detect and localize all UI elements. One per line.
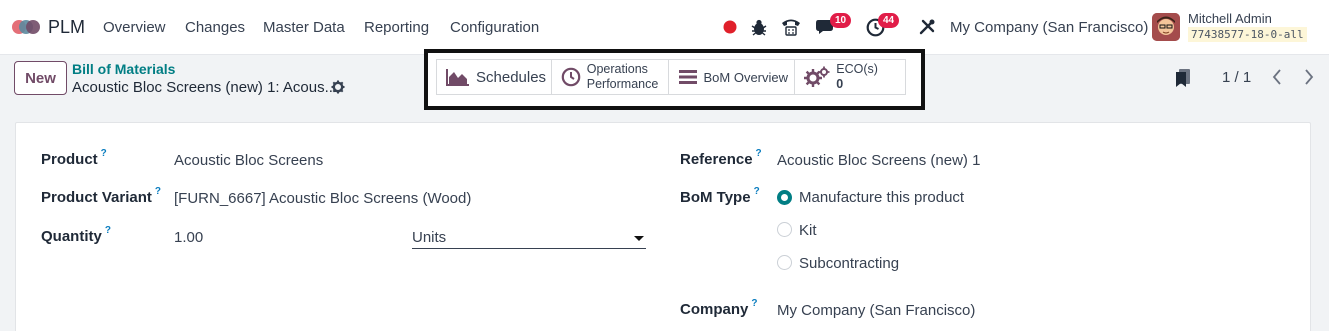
chevron-right-icon bbox=[1305, 69, 1314, 85]
smart-buttons-bar: Schedules Operations Performance BoM Ove… bbox=[436, 59, 906, 95]
reference-label: Reference? bbox=[680, 148, 762, 168]
operations-label-line2: Performance bbox=[586, 77, 659, 91]
bookmark-icon[interactable] bbox=[1175, 68, 1191, 88]
company-field[interactable]: My Company (San Francisco) bbox=[777, 302, 975, 319]
pager-previous-button[interactable] bbox=[1262, 62, 1292, 92]
bom-type-option-subcontracting[interactable]: Subcontracting bbox=[799, 255, 899, 272]
breadcrumb-current-record: Acoustic Bloc Screens (new) 1: Acous... bbox=[72, 79, 338, 96]
menu-reporting[interactable]: Reporting bbox=[364, 19, 429, 36]
caret-down-icon bbox=[634, 236, 644, 241]
pager-value[interactable]: 1 / 1 bbox=[1222, 69, 1251, 86]
company-switcher[interactable]: My Company (San Francisco) bbox=[950, 19, 1148, 36]
tools-icon[interactable] bbox=[918, 18, 936, 36]
bom-type-label: BoM Type? bbox=[680, 186, 760, 206]
top-navbar: PLM Overview Changes Master Data Reporti… bbox=[0, 0, 1329, 55]
bug-icon[interactable] bbox=[750, 18, 768, 36]
help-tooltip-icon[interactable]: ? bbox=[754, 186, 760, 197]
bom-type-option-kit[interactable]: Kit bbox=[799, 222, 817, 239]
bom-type-radio-subcontracting[interactable] bbox=[777, 255, 792, 270]
user-name[interactable]: Mitchell Admin bbox=[1188, 11, 1272, 26]
bom-type-option-manufacture[interactable]: Manufacture this product bbox=[799, 189, 964, 206]
unit-of-measure-select[interactable]: Units bbox=[412, 229, 646, 249]
menu-configuration[interactable]: Configuration bbox=[450, 19, 539, 36]
product-field[interactable]: Acoustic Bloc Screens bbox=[174, 152, 323, 169]
menu-overview[interactable]: Overview bbox=[103, 19, 166, 36]
bars-icon bbox=[678, 70, 697, 84]
area-chart-icon bbox=[446, 69, 469, 86]
database-name: 77438577-18-0-all bbox=[1188, 27, 1307, 42]
product-variant-field[interactable]: [FURN_6667] Acoustic Bloc Screens (Wood) bbox=[174, 190, 471, 207]
schedules-smart-button[interactable]: Schedules bbox=[437, 60, 552, 94]
help-tooltip-icon[interactable]: ? bbox=[756, 148, 762, 159]
eco-label: ECO(s) bbox=[836, 62, 878, 76]
bom-type-radio-kit[interactable] bbox=[777, 222, 792, 237]
help-tooltip-icon[interactable]: ? bbox=[751, 298, 757, 309]
menu-master-data[interactable]: Master Data bbox=[263, 19, 345, 36]
bom-overview-label: BoM Overview bbox=[703, 69, 789, 85]
reference-field[interactable]: Acoustic Bloc Screens (new) 1 bbox=[777, 152, 980, 169]
schedules-label: Schedules bbox=[476, 68, 547, 86]
messages-count-badge: 10 bbox=[830, 13, 852, 28]
app-name[interactable]: PLM bbox=[48, 17, 85, 38]
gear-icon[interactable] bbox=[331, 80, 345, 94]
activities-count-badge: 44 bbox=[878, 13, 900, 28]
bom-type-radio-manufacture[interactable] bbox=[777, 190, 792, 205]
cogs-icon bbox=[804, 66, 830, 87]
help-tooltip-icon[interactable]: ? bbox=[105, 225, 111, 236]
quantity-label: Quantity? bbox=[41, 225, 111, 245]
operations-performance-smart-button[interactable]: Operations Performance bbox=[552, 60, 669, 94]
phone-icon[interactable] bbox=[780, 17, 802, 37]
unit-of-measure-value: Units bbox=[412, 229, 447, 246]
avatar[interactable] bbox=[1152, 13, 1180, 41]
operations-label-line1: Operations bbox=[586, 62, 648, 76]
product-label: Product? bbox=[41, 148, 107, 168]
eco-smart-button[interactable]: ECO(s) 0 bbox=[795, 60, 905, 94]
breadcrumb-parent-link[interactable]: Bill of Materials bbox=[72, 61, 175, 77]
bom-overview-smart-button[interactable]: BoM Overview bbox=[669, 60, 796, 94]
pager-next-button[interactable] bbox=[1294, 62, 1324, 92]
chevron-left-icon bbox=[1272, 69, 1281, 85]
quantity-field[interactable]: 1.00 bbox=[174, 229, 203, 246]
menu-changes[interactable]: Changes bbox=[185, 19, 245, 36]
company-label: Company? bbox=[680, 298, 758, 318]
help-tooltip-icon[interactable]: ? bbox=[101, 148, 107, 159]
product-variant-label: Product Variant? bbox=[41, 186, 161, 206]
clock-icon bbox=[561, 67, 581, 87]
new-button[interactable]: New bbox=[14, 61, 67, 95]
odoo-logo-icon[interactable] bbox=[11, 16, 41, 38]
eco-count: 0 bbox=[836, 77, 844, 91]
help-tooltip-icon[interactable]: ? bbox=[155, 186, 161, 197]
record-dot-icon[interactable] bbox=[723, 20, 737, 34]
